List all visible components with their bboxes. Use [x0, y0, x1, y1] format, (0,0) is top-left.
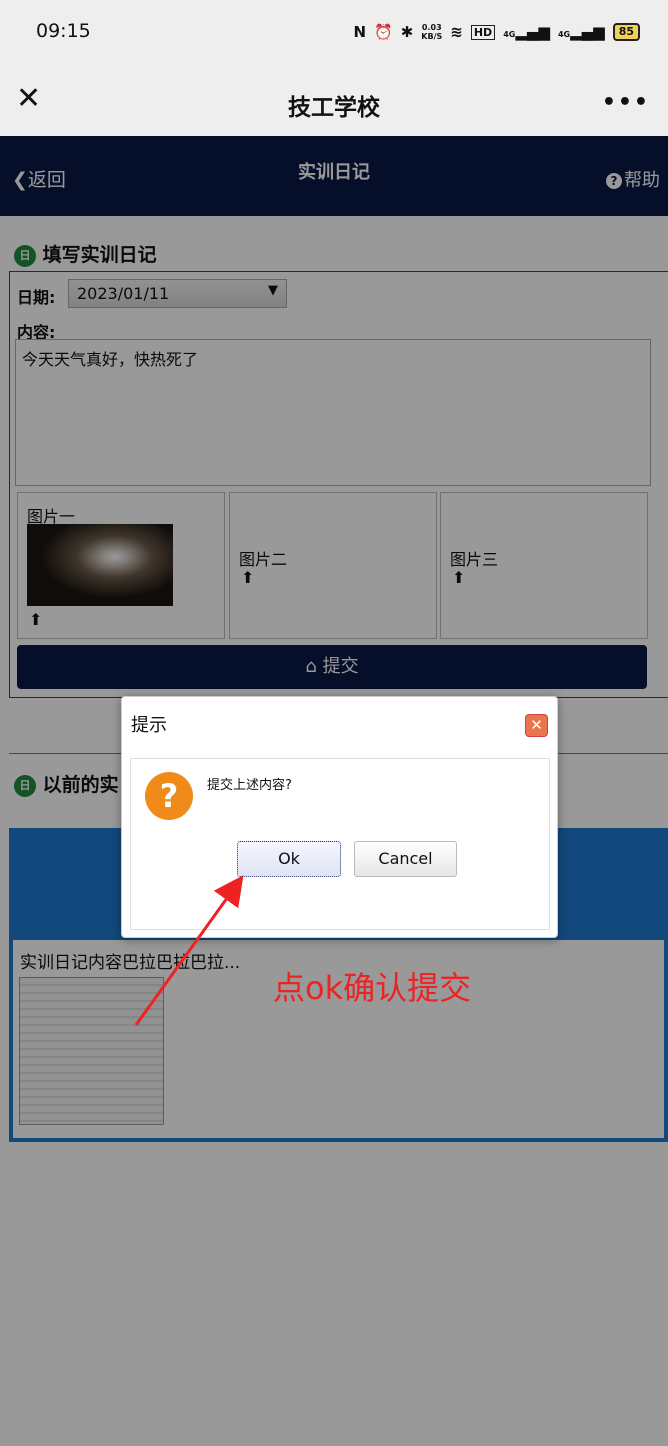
- arrow-line: [134, 875, 244, 1026]
- annotation-arrow: [134, 875, 244, 1026]
- annotation-text: 点ok确认提交: [273, 969, 472, 1007]
